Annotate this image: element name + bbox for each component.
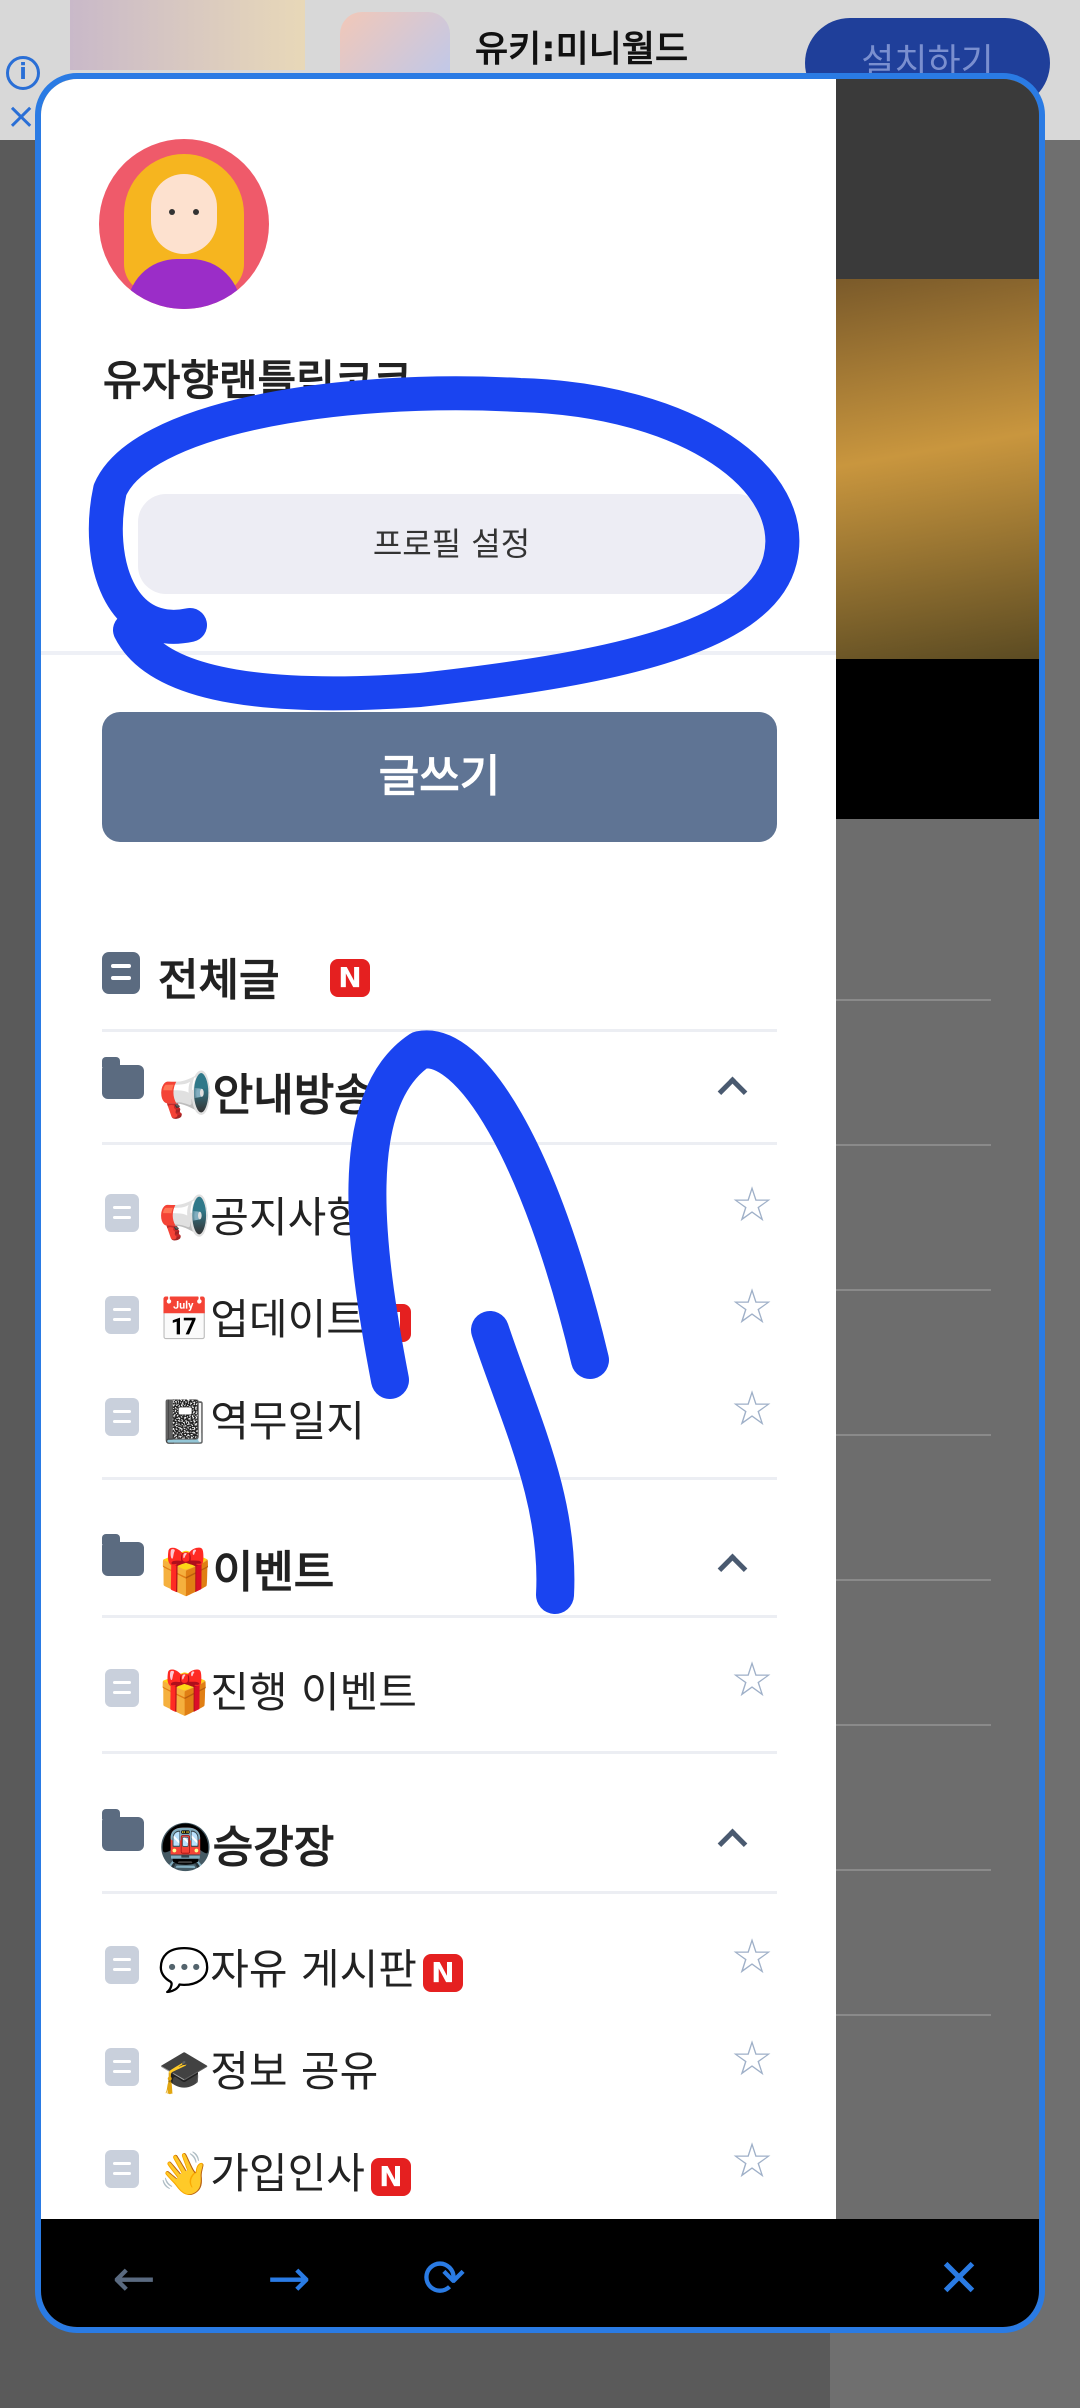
star-icon[interactable]: ☆ <box>727 2136 777 2186</box>
board-item-label: 📢공지사항 <box>158 1193 365 1242</box>
page-divider <box>836 1579 991 1581</box>
board-item[interactable]: 👋가입인사 N ☆ <box>102 2120 777 2210</box>
ad-title: 유키:미니월드 <box>475 29 689 70</box>
board-item-label: 💬자유 게시판 <box>158 1945 417 1994</box>
board-item[interactable]: 📅업데이트 N ☆ <box>102 1266 777 1356</box>
avatar[interactable] <box>99 139 269 309</box>
new-badge: N <box>370 2157 411 2196</box>
chevron-up-icon[interactable] <box>712 1067 752 1107</box>
folder-icon <box>102 1057 144 1099</box>
page-divider <box>836 1289 991 1291</box>
divider <box>102 1891 777 1894</box>
page-header <box>836 79 1039 279</box>
board-item-label: 📓역무일지 <box>158 1397 365 1446</box>
board-item-label: 🎓정보 공유 <box>158 2047 379 2096</box>
folder-icon <box>102 1809 144 1851</box>
new-badge: N <box>370 1303 411 1342</box>
ad-thumbnail <box>70 0 305 70</box>
document-icon <box>105 1194 139 1232</box>
close-ad-icon[interactable]: × <box>6 96 36 137</box>
section-divider <box>41 651 836 655</box>
folder-icon <box>102 1534 144 1576</box>
board-item-label: 🎁진행 이벤트 <box>158 1668 417 1717</box>
document-icon <box>105 1296 139 1334</box>
board-item-text: 📓역무일지 <box>158 1388 365 1449</box>
screen: 유키:미니월드 설치하기 i × 유자향랜틀릭코코 프로필 설정 글쓰기 전체글… <box>0 0 1080 2408</box>
board-item-text: 💬자유 게시판 N <box>158 1936 463 1997</box>
info-icon[interactable]: i <box>6 56 40 90</box>
board-item-text: 📢공지사항 <box>158 1184 365 1245</box>
page-dark-block <box>836 659 1039 819</box>
browser-navbar: ← → ⟳ ✕ <box>41 2219 1039 2327</box>
category-header[interactable]: 🚇승강장 <box>102 1789 777 1889</box>
document-icon <box>105 1946 139 1984</box>
forward-arrow-icon[interactable]: → <box>259 2249 319 2309</box>
category-header[interactable]: 🎁이벤트 <box>102 1514 777 1614</box>
document-icon <box>105 2150 139 2188</box>
board-item[interactable]: 💬자유 게시판 N ☆ <box>102 1916 777 2006</box>
document-icon <box>105 1398 139 1436</box>
all-posts-label: 전체글 <box>158 955 280 1006</box>
divider <box>102 1029 777 1032</box>
star-icon[interactable]: ☆ <box>727 1180 777 1230</box>
board-item-text: 👋가입인사 N <box>158 2140 411 2201</box>
browser-popup: 유자향랜틀릭코코 프로필 설정 글쓰기 전체글 N 📢안내방송 📢공지사항 ☆ <box>35 73 1045 2333</box>
reload-icon[interactable]: ⟳ <box>414 2249 474 2309</box>
avatar-eye <box>169 209 175 215</box>
page-divider <box>836 999 991 1001</box>
all-posts-item[interactable]: 전체글 N <box>102 934 777 1014</box>
chevron-up-icon[interactable] <box>712 1819 752 1859</box>
page-divider <box>836 1724 991 1726</box>
back-arrow-icon[interactable]: ← <box>104 2249 164 2309</box>
category-label: 📢안내방송 <box>158 1070 375 1121</box>
close-icon[interactable]: ✕ <box>929 2249 989 2309</box>
star-icon[interactable]: ☆ <box>727 1282 777 1332</box>
document-icon <box>105 1669 139 1707</box>
board-item-label: 📅업데이트 <box>158 1295 365 1344</box>
dimmed-page[interactable] <box>836 79 1039 2219</box>
board-item-text: 📅업데이트 N <box>158 1286 411 1347</box>
write-post-button[interactable]: 글쓰기 <box>102 712 777 842</box>
board-item[interactable]: 🎁진행 이벤트 ☆ <box>102 1639 777 1729</box>
username: 유자향랜틀릭코코 <box>103 356 413 405</box>
divider <box>102 1142 777 1145</box>
board-item[interactable]: 🎓정보 공유 ☆ <box>102 2018 777 2108</box>
side-drawer: 유자향랜틀릭코코 프로필 설정 글쓰기 전체글 N 📢안내방송 📢공지사항 ☆ <box>41 79 836 2219</box>
document-icon <box>105 2048 139 2086</box>
profile-settings-button[interactable]: 프로필 설정 <box>138 494 765 594</box>
new-badge: N <box>330 959 370 997</box>
board-item[interactable]: 📢공지사항 ☆ <box>102 1164 777 1254</box>
avatar-face <box>151 174 217 254</box>
divider <box>102 1751 777 1754</box>
category-header[interactable]: 📢안내방송 <box>102 1037 777 1137</box>
new-badge: N <box>422 1953 463 1992</box>
category-label: 🚇승강장 <box>158 1822 335 1873</box>
page-divider <box>836 1434 991 1436</box>
page-divider <box>836 2014 991 2016</box>
board-item[interactable]: 📓역무일지 ☆ <box>102 1368 777 1458</box>
page-banner-image <box>836 279 1039 659</box>
board-item-text: 🎁진행 이벤트 <box>158 1659 417 1720</box>
category-label: 🎁이벤트 <box>158 1547 335 1598</box>
star-icon[interactable]: ☆ <box>727 2034 777 2084</box>
star-icon[interactable]: ☆ <box>727 1655 777 1705</box>
page-divider <box>836 1869 991 1871</box>
document-icon <box>102 952 140 994</box>
page-divider <box>836 1144 991 1146</box>
chevron-up-icon[interactable] <box>712 1544 752 1584</box>
star-icon[interactable]: ☆ <box>727 1932 777 1982</box>
board-item-text: 🎓정보 공유 <box>158 2038 378 2099</box>
star-icon[interactable]: ☆ <box>727 1384 777 1434</box>
divider <box>102 1615 777 1618</box>
board-item-label: 👋가입인사 <box>158 2149 365 2198</box>
divider <box>102 1477 777 1480</box>
avatar-eye <box>193 209 199 215</box>
